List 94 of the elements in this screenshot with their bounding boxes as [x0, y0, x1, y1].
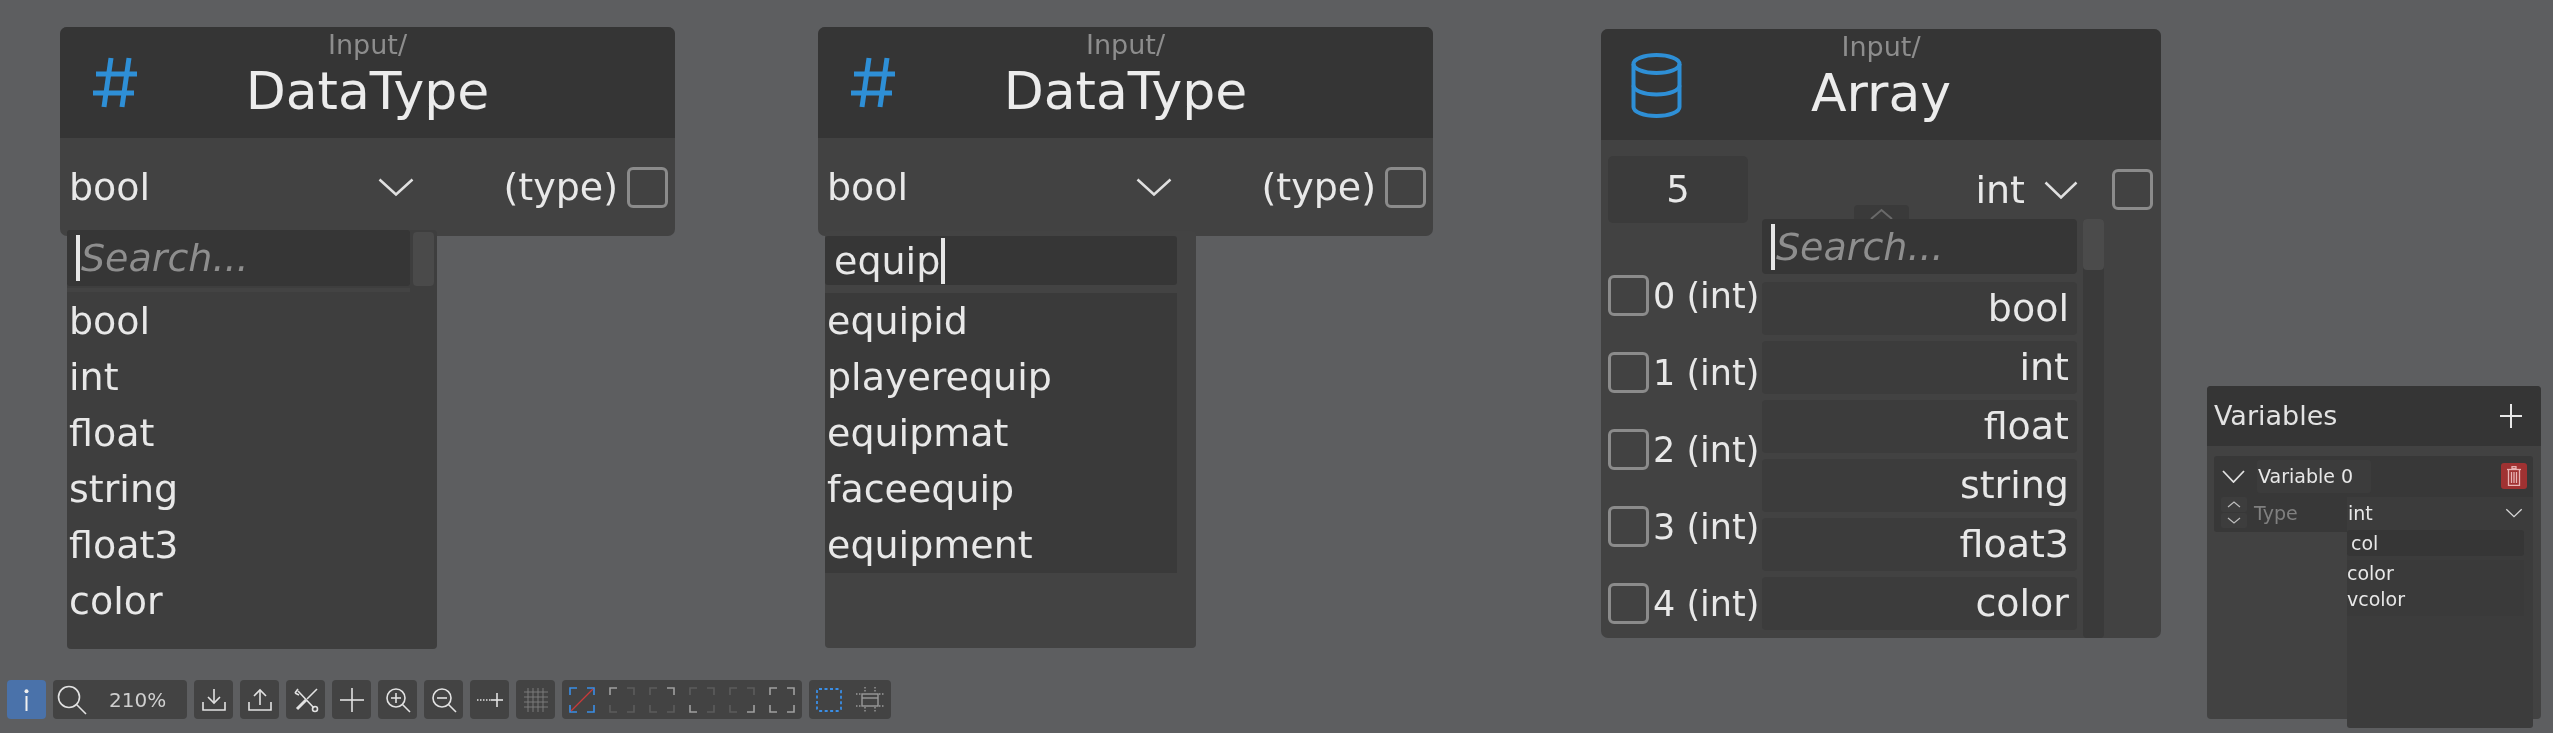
zoom-in-button[interactable] [378, 680, 417, 719]
frame-corners-icon[interactable] [689, 686, 715, 713]
download-icon [200, 686, 227, 713]
type-select[interactable]: bool [827, 164, 1173, 210]
node-category: Input/ [328, 30, 407, 60]
checkbox[interactable] [1608, 429, 1649, 470]
element-label: 4 (int) [1653, 582, 1760, 626]
add-button[interactable] [332, 680, 371, 719]
dropdown-option[interactable]: float3 [1762, 518, 2077, 571]
dropdown-option[interactable]: float3 [67, 517, 410, 573]
name-field[interactable]: Variable 0 [2257, 459, 2371, 493]
dropdown-option[interactable]: equipment [825, 517, 1177, 573]
element-label: 1 (int) [1653, 351, 1760, 395]
checkbox[interactable] [627, 166, 668, 208]
dropdown-option[interactable]: int [1762, 341, 2077, 394]
search-field[interactable]: Search... [67, 230, 410, 286]
dropdown-option[interactable]: bool [67, 293, 410, 349]
type-select[interactable]: bool [69, 164, 415, 210]
chevron-down-icon [377, 177, 415, 197]
count-field[interactable]: 5 [1608, 156, 1748, 223]
frame-corners-icon[interactable] [609, 686, 635, 713]
search-icon [57, 684, 87, 715]
text-cursor-icon [76, 235, 80, 281]
plus-icon[interactable] [2500, 404, 2522, 428]
checkbox[interactable] [1608, 275, 1649, 316]
info-icon [24, 688, 29, 711]
checkbox[interactable] [1385, 166, 1426, 208]
dropdown-option[interactable]: playerequip [825, 349, 1177, 405]
tools-button[interactable] [286, 680, 325, 719]
dropdown-option[interactable]: string [67, 461, 410, 517]
plus-icon [338, 686, 365, 713]
dropdown-option[interactable]: color [2347, 560, 2524, 586]
dropdown-option[interactable]: equipid [825, 293, 1177, 349]
dropdown-option[interactable]: float [67, 405, 410, 461]
dropdown-option[interactable]: float [1762, 400, 2077, 453]
grid-icon [522, 686, 549, 713]
checkbox[interactable] [1608, 506, 1649, 547]
node-title: DataType [245, 60, 490, 122]
caret-up-icon[interactable] [1854, 205, 1909, 219]
node-category: Input/ [1841, 32, 1921, 62]
guides-icon[interactable] [856, 686, 884, 713]
node-title: DataType [1003, 60, 1248, 122]
chevron-down-icon [2505, 507, 2523, 518]
element-label: 0 (int) [1653, 274, 1760, 318]
grid-button[interactable] [516, 680, 555, 719]
frame-corners-icon[interactable] [769, 686, 795, 713]
type-select[interactable]: int [2347, 497, 2533, 528]
dropdown-option[interactable]: vcolor [2347, 586, 2524, 612]
dropdown-option[interactable]: string [1762, 459, 2077, 512]
zoom-out-icon [430, 686, 457, 713]
type-select[interactable]: int [1975, 166, 2079, 213]
dropdown-option[interactable]: color [67, 573, 410, 629]
dashed-rectangle-icon[interactable] [816, 686, 842, 713]
search-field[interactable]: equip [825, 236, 1177, 285]
type-label: (type) [503, 164, 618, 210]
zoom-in-icon [384, 686, 411, 713]
dropdown-option[interactable]: bool [1762, 282, 2077, 335]
type-label: (type) [1261, 164, 1376, 210]
type-label: Type [2254, 501, 2298, 524]
dropdown-option[interactable]: faceequip [825, 461, 1177, 517]
upload-icon [246, 686, 273, 713]
panel-title: Variables [2214, 399, 2338, 433]
search-field[interactable]: Search... [1762, 219, 2077, 274]
dropdown-option[interactable]: color [1762, 577, 2077, 630]
database-icon [1631, 53, 1682, 118]
chevron-down-icon [1135, 177, 1173, 197]
checkbox[interactable] [1608, 352, 1649, 393]
trash-icon [2507, 466, 2521, 486]
dotted-line-button[interactable] [470, 680, 509, 719]
text-cursor-icon [941, 237, 946, 284]
delete-button[interactable] [2501, 463, 2527, 489]
checkbox[interactable] [1608, 583, 1649, 624]
hash-icon [850, 56, 896, 109]
upload-button[interactable] [240, 680, 279, 719]
node-category: Input/ [1086, 30, 1165, 60]
checkbox[interactable] [2112, 169, 2153, 210]
search-field[interactable]: col [2347, 530, 2524, 556]
frame-corners-icon[interactable] [649, 686, 675, 713]
chevron-down-icon[interactable] [2222, 469, 2245, 483]
text-cursor-icon [1771, 223, 1775, 270]
element-label: 2 (int) [1653, 428, 1760, 472]
zoom-control[interactable]: 210% [53, 680, 187, 719]
download-button[interactable] [194, 680, 233, 719]
frame-corners-icon[interactable] [569, 686, 595, 713]
dropdown-option[interactable]: equipmat [825, 405, 1177, 461]
chevron-down-icon [2043, 179, 2079, 200]
dropdown-option[interactable]: int [67, 349, 410, 405]
element-label: 3 (int) [1653, 505, 1760, 549]
frame-corners-icon[interactable] [729, 686, 755, 713]
hash-icon [92, 56, 138, 109]
zoom-out-button[interactable] [424, 680, 463, 719]
info-button[interactable] [7, 680, 46, 719]
crossed-tools-icon [292, 686, 319, 713]
node-title: Array [1810, 62, 1952, 124]
